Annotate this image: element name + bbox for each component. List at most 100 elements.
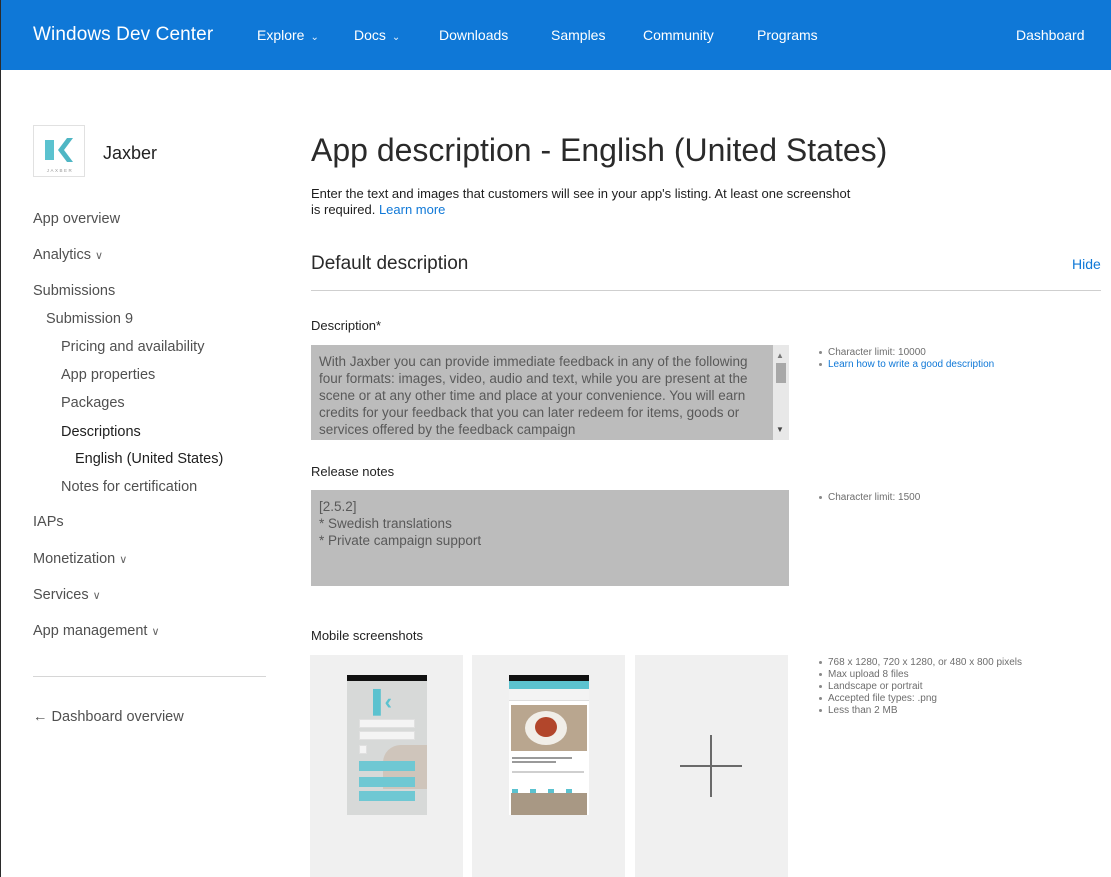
release-notes-hints: Character limit: 1500 — [819, 492, 920, 504]
hide-link[interactable]: Hide — [1072, 256, 1101, 272]
sidebar-item-services[interactable]: Services ∨ — [33, 587, 101, 603]
hint-text: Less than 2 MB — [828, 705, 898, 716]
sidebar-item-label: Analytics — [33, 247, 92, 263]
hint-item: Landscape or portrait — [819, 681, 1022, 693]
write-good-description-link[interactable]: Learn how to write a good description — [828, 359, 994, 370]
jaxber-logo-icon: ▌‹ — [373, 689, 392, 714]
nav-explore[interactable]: Explore ⌄ — [257, 27, 319, 43]
sidebar-item-descriptions[interactable]: Descriptions — [61, 424, 141, 440]
phone-screenshot-login: ▌‹ — [347, 675, 427, 815]
phone-feed-header — [509, 681, 589, 689]
nav-samples[interactable]: Samples — [551, 27, 605, 43]
bullet-icon — [819, 672, 822, 676]
mobile-screenshots-label: Mobile screenshots — [311, 628, 423, 643]
release-notes-line: * Swedish translations — [319, 516, 452, 531]
nav-explore-label: Explore — [257, 27, 305, 43]
nav-community[interactable]: Community — [643, 27, 714, 43]
release-notes-line: [2.5.2] — [319, 499, 357, 514]
release-notes-textarea[interactable]: [2.5.2] * Swedish translations * Private… — [311, 490, 789, 586]
intro-text: Enter the text and images that customers… — [311, 186, 851, 218]
food-shape — [535, 717, 557, 737]
hint-item: 768 x 1280, 720 x 1280, or 480 x 800 pix… — [819, 657, 1022, 669]
caption-line — [512, 761, 556, 763]
learn-more-link[interactable]: Learn more — [379, 202, 445, 217]
plus-icon-bar — [680, 765, 742, 767]
chevron-down-icon: ∨ — [119, 554, 128, 566]
nav-docs[interactable]: Docs ⌄ — [354, 27, 400, 43]
bullet-icon — [819, 684, 822, 688]
description-label: Description* — [311, 318, 382, 333]
phone-screenshot-feed — [509, 675, 589, 815]
chevron-down-icon: ⌄ — [310, 32, 319, 43]
sidebar-item-notes-certification[interactable]: Notes for certification — [61, 479, 197, 495]
hint-item: Max upload 8 files — [819, 669, 1022, 681]
nav-programs[interactable]: Programs — [757, 27, 818, 43]
phone-password-field — [359, 731, 415, 740]
bullet-icon — [819, 660, 822, 664]
app-name: Jaxber — [103, 143, 158, 163]
description-scrollbar[interactable]: ▲ ▼ — [773, 345, 789, 440]
top-navigation-bar: Windows Dev Center Explore ⌄ Docs ⌄ Downlo… — [1, 0, 1111, 70]
sidebar-item-pricing[interactable]: Pricing and availability — [61, 339, 204, 355]
phone-remember-checkbox — [359, 745, 367, 754]
sidebar-item-packages[interactable]: Packages — [61, 395, 125, 411]
hint-text: Accepted file types: .png — [828, 693, 937, 704]
page-title: App description - English (United States… — [311, 132, 888, 168]
hint-text: Character limit: 10000 — [828, 347, 926, 358]
hint-item[interactable]: Learn how to write a good description — [819, 359, 994, 371]
sidebar-item-app-properties[interactable]: App properties — [61, 367, 155, 383]
phone-username-field — [359, 719, 415, 728]
hint-text: Max upload 8 files — [828, 669, 909, 680]
scroll-up-icon[interactable]: ▲ — [776, 347, 784, 364]
screenshot-thumbnail-1[interactable]: ▌‹ — [310, 655, 463, 877]
sidebar-item-label: App management — [33, 623, 148, 639]
phone-remove-credentials-button — [359, 791, 415, 801]
hint-text: 768 x 1280, 720 x 1280, or 480 x 800 pix… — [828, 657, 1023, 668]
jaxber-logo-icon: JAXBER — [45, 138, 73, 173]
sidebar-item-submissions[interactable]: Submissions — [33, 283, 115, 299]
hint-item: Character limit: 1500 — [819, 492, 920, 504]
release-notes-line: * Private campaign support — [319, 533, 482, 548]
sidebar-item-english-us[interactable]: English (United States) — [75, 451, 223, 467]
bullet-icon — [819, 708, 822, 712]
hint-item: Less than 2 MB — [819, 705, 1022, 717]
scroll-down-icon[interactable]: ▼ — [776, 421, 784, 438]
bullet-icon — [819, 350, 822, 354]
phone-register-button — [359, 777, 415, 787]
food-photo-2 — [511, 793, 587, 815]
chevron-down-icon: ⌄ — [391, 32, 401, 43]
phone-action-row — [512, 781, 586, 794]
sidebar-item-monetization[interactable]: Monetization ∨ — [33, 551, 127, 567]
sidebar-item-iaps[interactable]: IAPs — [33, 514, 64, 530]
sidebar-item-app-management[interactable]: App management ∨ — [33, 623, 160, 639]
hint-text: Character limit: 1500 — [828, 492, 921, 503]
sidebar-item-label: Services — [33, 587, 89, 603]
section-title: Default description — [311, 253, 469, 274]
chevron-down-icon: ∨ — [92, 590, 101, 602]
sidebar-item-label: Monetization — [33, 551, 116, 567]
meta-line — [512, 771, 584, 773]
chevron-down-icon: ∨ — [151, 626, 160, 638]
description-textarea[interactable]: With Jaxber you can provide immediate fe… — [311, 345, 789, 440]
nav-dashboard[interactable]: Dashboard — [1016, 27, 1085, 43]
sidebar-item-submission-9[interactable]: Submission 9 — [46, 311, 133, 327]
sidebar-divider — [33, 676, 266, 677]
phone-feed-screen — [509, 681, 589, 815]
bullet-icon — [819, 696, 822, 700]
hint-item: Accepted file types: .png — [819, 693, 1022, 705]
chevron-down-icon: ∨ — [95, 250, 104, 262]
scroll-thumb[interactable] — [776, 363, 786, 383]
hint-item: Character limit: 10000 — [819, 347, 994, 359]
sidebar-item-analytics[interactable]: Analytics ∨ — [33, 247, 103, 263]
dashboard-overview-link[interactable]: ← Dashboard overview — [33, 709, 184, 725]
phone-login-screen: ▌‹ — [347, 681, 427, 815]
add-screenshot-button[interactable] — [635, 655, 788, 877]
screenshot-thumbnail-2[interactable] — [472, 655, 625, 877]
nav-downloads[interactable]: Downloads — [439, 27, 508, 43]
bullet-icon — [819, 495, 822, 499]
screenshot-hints: 768 x 1280, 720 x 1280, or 480 x 800 pix… — [819, 657, 1022, 717]
sidebar-item-app-overview[interactable]: App overview — [33, 211, 120, 227]
release-notes-label: Release notes — [311, 464, 395, 479]
brand-link[interactable]: Windows Dev Center — [33, 24, 213, 46]
description-text: With Jaxber you can provide immediate fe… — [319, 354, 748, 437]
